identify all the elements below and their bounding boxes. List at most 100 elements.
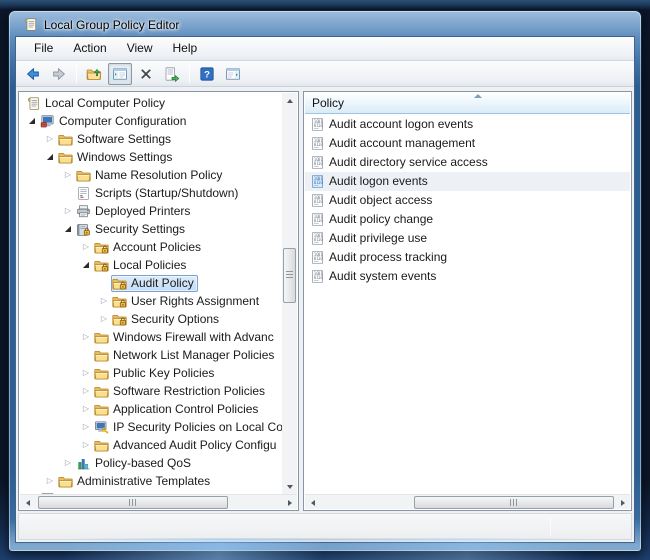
tree-item-public-key-policies[interactable]: ▷ Public Key Policies [20, 364, 282, 382]
policy-item-label: Audit directory service access [329, 153, 488, 172]
client-area: FileActionViewHelp ? Local Computer Poli… [16, 37, 634, 542]
expand-chevron-icon[interactable]: ▷ [79, 400, 93, 418]
scroll-right-button[interactable] [282, 495, 297, 510]
expand-chevron-icon[interactable]: ▷ [61, 202, 75, 220]
up-one-level-button[interactable] [82, 63, 106, 85]
svg-text:10: 10 [318, 275, 323, 280]
expand-chevron-icon[interactable]: ▷ [61, 166, 75, 184]
forward-button[interactable] [47, 63, 71, 85]
policy-doc-icon: 10010110 [310, 250, 325, 265]
collapse-chevron-icon[interactable]: ◢ [43, 148, 57, 166]
column-header-label: Policy [312, 96, 344, 110]
tree-item-name-resolution-policy[interactable]: ▷Name Resolution Policy [20, 166, 282, 184]
menu-help[interactable]: Help [163, 37, 208, 60]
policy-item-audit-process-tracking[interactable]: 10010110Audit process tracking [305, 248, 630, 267]
tree-horizontal-scrollbar[interactable] [20, 494, 297, 509]
tree-item-label: Public Key Policies [113, 364, 214, 382]
policy-item-audit-logon-events[interactable]: 10010110Audit logon events [305, 172, 630, 191]
delete-button[interactable] [134, 63, 158, 85]
scroll-up-button[interactable] [282, 93, 297, 108]
tree-item-label: Windows Settings [77, 148, 172, 166]
tree-vertical-scrollbar[interactable] [282, 93, 297, 494]
tree-item-software-settings[interactable]: ▷ Software Settings [20, 130, 282, 148]
expand-chevron-icon[interactable]: ▷ [79, 328, 93, 346]
tree-item-windows-settings[interactable]: ◢ Windows Settings [20, 148, 282, 166]
policy-item-audit-account-logon-events[interactable]: 10010110Audit account logon events [305, 115, 630, 134]
console-tree-pane: Local Computer Policy◢Computer Configura… [18, 91, 299, 511]
tree-item-deployed-printers[interactable]: ▷Deployed Printers [20, 202, 282, 220]
toolbar-separator [189, 65, 190, 83]
up-one-level-icon [86, 66, 102, 82]
tree-item-label: Administrative Templates [77, 472, 210, 490]
tree-item-label: Audit Policy [131, 274, 194, 292]
tree-item-account-policies[interactable]: ▷Account Policies [20, 238, 282, 256]
expand-chevron-icon[interactable]: ▷ [43, 130, 57, 148]
policy-item-audit-account-management[interactable]: 10010110Audit account management [305, 134, 630, 153]
column-header-policy[interactable]: Policy [305, 93, 630, 114]
collapse-chevron-icon[interactable]: ◢ [61, 220, 75, 238]
tree-item-label: IP Security Policies on Local Co [113, 418, 282, 436]
tree-item-local-computer-policy[interactable]: Local Computer Policy [20, 94, 282, 112]
tree-item-windows-firewall-with-advanc[interactable]: ▷Windows Firewall with Advanc [20, 328, 282, 346]
tree-item-scripts-startup-shutdown[interactable]: Scripts (Startup/Shutdown) [20, 184, 282, 202]
tree-item-computer-configuration[interactable]: ◢Computer Configuration [20, 112, 282, 130]
tree-item-audit-policy[interactable]: Audit Policy [20, 274, 282, 292]
svg-text:10: 10 [318, 237, 323, 242]
expand-chevron-icon[interactable]: ▷ [43, 472, 57, 490]
tree-item-label: Network List Manager Policies [113, 346, 274, 364]
tree-item-ip-security-policies-on-local-co[interactable]: ▷ IP Security Policies on Local Co [20, 418, 282, 436]
show-console-tree-button[interactable] [108, 63, 132, 85]
horizontal-scroll-thumb[interactable] [414, 496, 614, 509]
help-button[interactable]: ? [195, 63, 219, 85]
title-bar[interactable]: Local Group Policy Editor [10, 12, 640, 37]
menu-file[interactable]: File [24, 37, 63, 60]
policy-item-audit-directory-service-access[interactable]: 10010110Audit directory service access [305, 153, 630, 172]
expand-chevron-icon[interactable]: ▷ [97, 310, 111, 328]
tree-item-local-policies[interactable]: ◢Local Policies [20, 256, 282, 274]
expand-chevron-icon[interactable]: ▷ [79, 364, 93, 382]
gpedit-scroll-icon [23, 17, 38, 32]
policy-item-audit-privilege-use[interactable]: 10010110Audit privilege use [305, 229, 630, 248]
tree-item-application-control-policies[interactable]: ▷Application Control Policies [20, 400, 282, 418]
list-horizontal-scrollbar[interactable] [305, 494, 630, 509]
tree-item-software-restriction-policies[interactable]: ▷Software Restriction Policies [20, 382, 282, 400]
policy-doc-icon: 10010110 [310, 174, 325, 189]
collapse-chevron-icon[interactable]: ◢ [25, 112, 39, 130]
menu-view[interactable]: View [117, 37, 163, 60]
ipsec-icon [94, 420, 110, 435]
back-button[interactable] [21, 63, 45, 85]
tree-item-policy-based-qos[interactable]: ▷Policy-based QoS [20, 454, 282, 472]
expand-chevron-icon[interactable]: ▷ [79, 436, 93, 454]
tree-item-security-options[interactable]: ▷Security Options [20, 310, 282, 328]
show-action-pane-button[interactable] [221, 63, 245, 85]
expand-chevron-icon[interactable]: ▷ [61, 454, 75, 472]
tree-item-network-list-manager-policies[interactable]: Network List Manager Policies [20, 346, 282, 364]
expand-chevron-icon[interactable]: ▷ [79, 382, 93, 400]
tree-item-user-rights-assignment[interactable]: ▷User Rights Assignment [20, 292, 282, 310]
policy-item-audit-system-events[interactable]: 10010110Audit system events [305, 267, 630, 286]
scroll-down-button[interactable] [282, 479, 297, 494]
expand-chevron-icon[interactable]: ▷ [97, 292, 111, 310]
collapse-chevron-icon[interactable]: ◢ [79, 256, 93, 274]
vertical-scroll-thumb[interactable] [283, 248, 296, 303]
scroll-left-button[interactable] [20, 495, 35, 510]
expand-chevron-icon[interactable]: ▷ [79, 418, 93, 436]
policy-item-audit-object-access[interactable]: 10010110Audit object access [305, 191, 630, 210]
folder-icon [58, 474, 74, 489]
menu-action[interactable]: Action [63, 37, 116, 60]
horizontal-scroll-thumb[interactable] [38, 496, 228, 509]
export-list-button[interactable] [160, 63, 184, 85]
policy-item-audit-policy-change[interactable]: 10010110Audit policy change [305, 210, 630, 229]
show-console-tree-icon [112, 66, 128, 82]
triangle-up-icon [287, 99, 293, 103]
tree-item-security-settings[interactable]: ◢Security Settings [20, 220, 282, 238]
tree-item-label: Software Settings [77, 130, 171, 148]
forward-icon [51, 66, 67, 82]
tree-item-advanced-audit-policy-configu[interactable]: ▷Advanced Audit Policy Configu [20, 436, 282, 454]
tree-item-administrative-templates[interactable]: ▷ Administrative Templates [20, 472, 282, 490]
scroll-left-button[interactable] [305, 495, 320, 510]
scroll-right-button[interactable] [615, 495, 630, 510]
expand-chevron-icon[interactable]: ▷ [79, 238, 93, 256]
folder-icon [94, 366, 110, 381]
status-bar [18, 513, 632, 540]
